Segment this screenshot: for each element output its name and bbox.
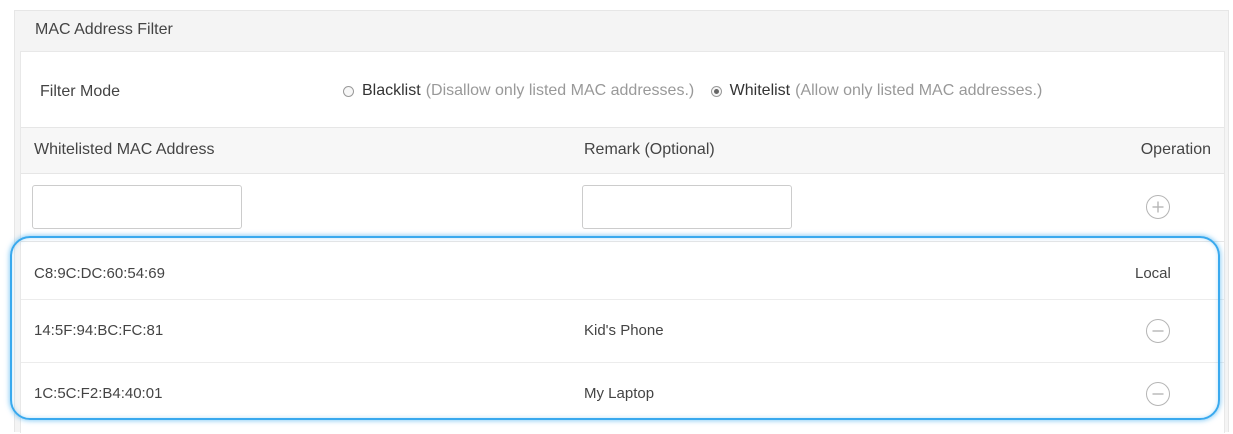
filter-mode-row: Filter Mode Blacklist (Disallow only lis…: [21, 52, 1224, 128]
new-entry-row: [21, 174, 1224, 242]
whitelist-radio-label[interactable]: Whitelist: [730, 82, 790, 100]
local-label: Local: [1135, 265, 1171, 282]
filter-mode-radio-group: Blacklist (Disallow only listed MAC addr…: [343, 82, 1054, 102]
mac-filter-panel: MAC Address Filter Filter Mode Blacklist…: [14, 10, 1229, 433]
blacklist-description: (Disallow only listed MAC addresses.): [425, 82, 695, 99]
plus-circle-icon: [1152, 201, 1164, 213]
minus-circle-icon: [1152, 393, 1164, 395]
remark-text: Kid's Phone: [584, 322, 664, 339]
filter-mode-label: Filter Mode: [40, 83, 121, 100]
whitelist-description: (Allow only listed MAC addresses.): [795, 82, 1043, 99]
table-row: 14:5F:94:BC:FC:81 Kid's Phone: [21, 300, 1224, 363]
remove-entry-button[interactable]: [1146, 382, 1170, 406]
remove-entry-button[interactable]: [1146, 319, 1170, 343]
remark-text: My Laptop: [584, 385, 655, 402]
mac-column-header: Whitelisted MAC Address: [34, 141, 215, 158]
blacklist-radio-label[interactable]: Blacklist: [362, 82, 421, 100]
whitelist-radio-option[interactable]: Whitelist (Allow only listed MAC address…: [710, 82, 1043, 100]
blacklist-radio[interactable]: [343, 85, 354, 97]
table-row: 1C:5C:F2:B4:40:01 My Laptop: [21, 363, 1224, 426]
remark-input[interactable]: [582, 185, 792, 229]
mac-address: C8:9C:DC:60:54:69: [34, 265, 165, 282]
mac-address: 14:5F:94:BC:FC:81: [34, 322, 164, 339]
operation-column-header: Operation: [1140, 141, 1211, 158]
mac-address-input[interactable]: [32, 185, 242, 229]
table-header: Whitelisted MAC Address Remark (Optional…: [21, 128, 1224, 174]
blacklist-radio-option[interactable]: Blacklist (Disallow only listed MAC addr…: [343, 82, 694, 100]
remark-column-header: Remark (Optional): [584, 141, 715, 158]
add-entry-button[interactable]: [1146, 195, 1170, 219]
mac-address: 1C:5C:F2:B4:40:01: [34, 385, 163, 402]
minus-circle-icon: [1152, 330, 1164, 332]
whitelist-radio[interactable]: [710, 85, 722, 97]
table-row: C8:9C:DC:60:54:69 Local: [21, 242, 1224, 300]
mac-list: C8:9C:DC:60:54:69 Local 14:5F:94:BC:FC:8…: [21, 242, 1224, 434]
panel-title: MAC Address Filter: [35, 21, 173, 38]
mac-filter-content: Filter Mode Blacklist (Disallow only lis…: [20, 51, 1225, 433]
